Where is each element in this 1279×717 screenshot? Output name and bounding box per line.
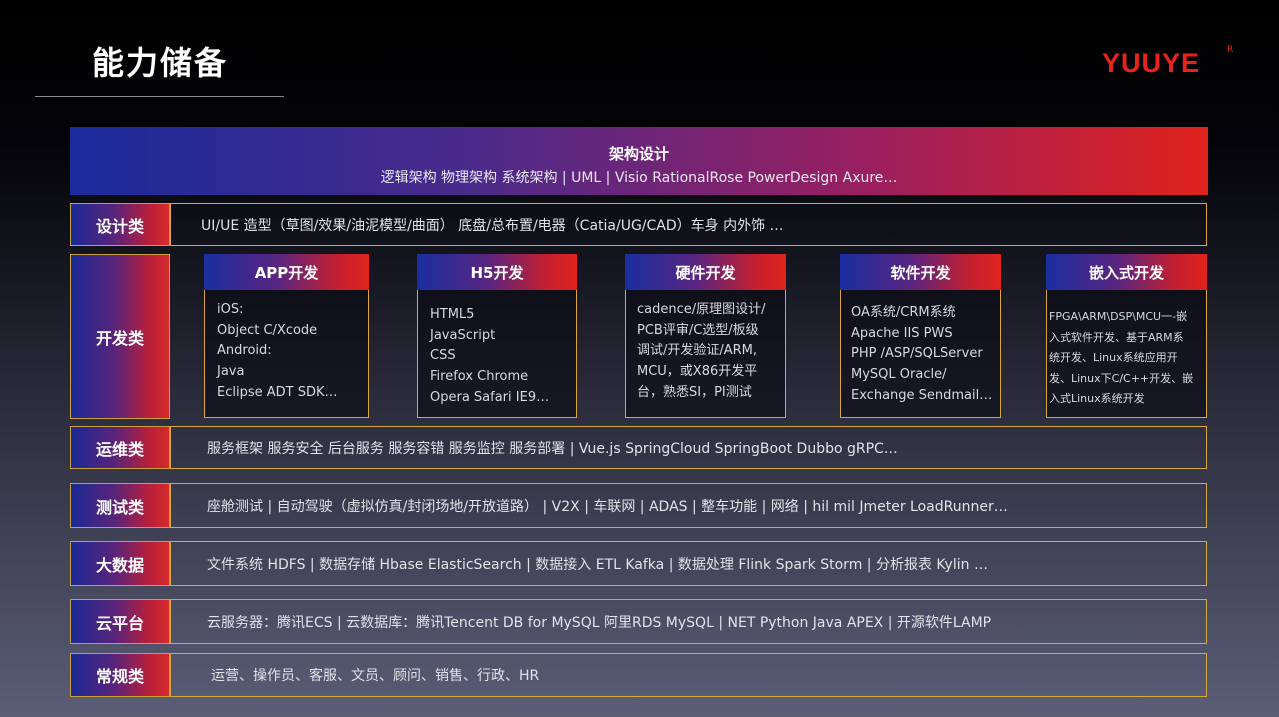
dev-card-app: iOS: Object C/Xcode Android: Java Eclips…: [204, 284, 369, 418]
card-line: MCU，或X86开发平: [637, 364, 758, 380]
dev-card-embedded: FPGA\ARM\DSP\MCU一-嵌 入式软件开发、基于ARM系 统开发、Li…: [1046, 284, 1207, 418]
card-line: 发、Linux下C/C++开发、嵌: [1049, 371, 1194, 385]
row-label-dev: 开发类: [70, 254, 170, 419]
card-line: Android:: [217, 343, 272, 359]
card-line: MySQL Oracle/: [851, 367, 947, 383]
dev-card-software: OA系统/CRM系统 Apache IIS PWS PHP /ASP/SQLSe…: [840, 284, 1001, 418]
architecture-subtitle: 逻辑架构 物理架构 系统架构 | UML | Visio RationalRos…: [380, 170, 898, 186]
dev-card-software-title: 软件开发: [840, 254, 1001, 290]
card-line: Java: [217, 364, 245, 380]
card-line: PCB评审/C选型/板级: [637, 322, 759, 338]
card-line: CSS: [430, 348, 456, 364]
card-line: 统开发、Linux系统应用开: [1049, 351, 1178, 365]
card-line: Eclipse ADT SDK…: [217, 384, 338, 400]
row-label-test: 测试类: [70, 483, 170, 528]
card-line: OA系统/CRM系统: [851, 305, 956, 320]
card-line: Opera Safari IE9…: [430, 389, 550, 405]
card-line: Object C/Xcode: [217, 322, 318, 338]
architecture-title: 架构设计: [608, 145, 669, 163]
row-label-design: 设计类: [70, 203, 170, 246]
card-line: 调试/开发验证/ARM,: [637, 343, 758, 359]
row-content-ops: 服务框架 服务安全 后台服务 服务容错 服务监控 服务部署 | Vue.js S…: [170, 426, 1207, 469]
card-line: 入式软件开发、基于ARM系: [1049, 330, 1184, 344]
brand-logo: YUUYE: [1102, 48, 1201, 78]
row-content-test: 座舱测试 | 自动驾驶（虚拟仿真/封闭场地/开放道路） | V2X | 车联网 …: [170, 483, 1207, 528]
row-content-cloud: 云服务器：腾讯ECS | 云数据库：腾讯Tencent DB for MySQL…: [170, 599, 1207, 644]
dev-card-hardware-title: 硬件开发: [625, 254, 786, 290]
card-line: 入式Linux系统开发: [1049, 392, 1145, 406]
card-line: Exchange Sendmail…: [851, 387, 993, 403]
dev-card-h5-title: H5开发: [417, 254, 577, 290]
row-label-bigdata: 大数据: [70, 541, 170, 586]
card-line: HTML5: [430, 307, 475, 322]
dev-card-hardware: cadence/原理图设计/ PCB评审/C选型/板级 调试/开发验证/ARM,…: [625, 284, 786, 418]
card-line: iOS:: [217, 302, 244, 317]
card-line: Apache IIS PWS: [851, 325, 953, 341]
card-line: PHP /ASP/SQLServer: [851, 346, 983, 362]
card-line: JavaScript: [430, 327, 496, 343]
card-line: 台，熟悉SI，PI测试: [637, 384, 752, 400]
architecture-banner: 架构设计 逻辑架构 物理架构 系统架构 | UML | Visio Ration…: [70, 127, 1208, 195]
row-content-general: 运营、操作员、客服、文员、顾问、销售、行政、HR: [170, 653, 1207, 697]
row-label-cloud: 云平台: [70, 599, 170, 644]
title-divider: [35, 96, 284, 97]
dev-card-embedded-title: 嵌入式开发: [1046, 254, 1207, 290]
card-line: FPGA\ARM\DSP\MCU一-嵌: [1049, 310, 1188, 323]
card-line: cadence/原理图设计/: [637, 302, 766, 317]
dev-card-h5: HTML5 JavaScript CSS Firefox Chrome Oper…: [417, 284, 577, 418]
dev-card-app-title: APP开发: [204, 254, 369, 290]
row-content-design: UI/UE 造型（草图/效果/油泥模型/曲面） 底盘/总布置/电器（Catia/…: [170, 203, 1207, 246]
registered-mark: R: [1227, 45, 1234, 55]
row-content-bigdata: 文件系统 HDFS | 数据存储 Hbase ElasticSearch | 数…: [170, 541, 1207, 586]
card-line: Firefox Chrome: [430, 369, 529, 385]
row-label-general: 常规类: [70, 653, 170, 697]
page-title: 能力储备: [92, 44, 229, 82]
row-label-ops: 运维类: [70, 426, 170, 469]
